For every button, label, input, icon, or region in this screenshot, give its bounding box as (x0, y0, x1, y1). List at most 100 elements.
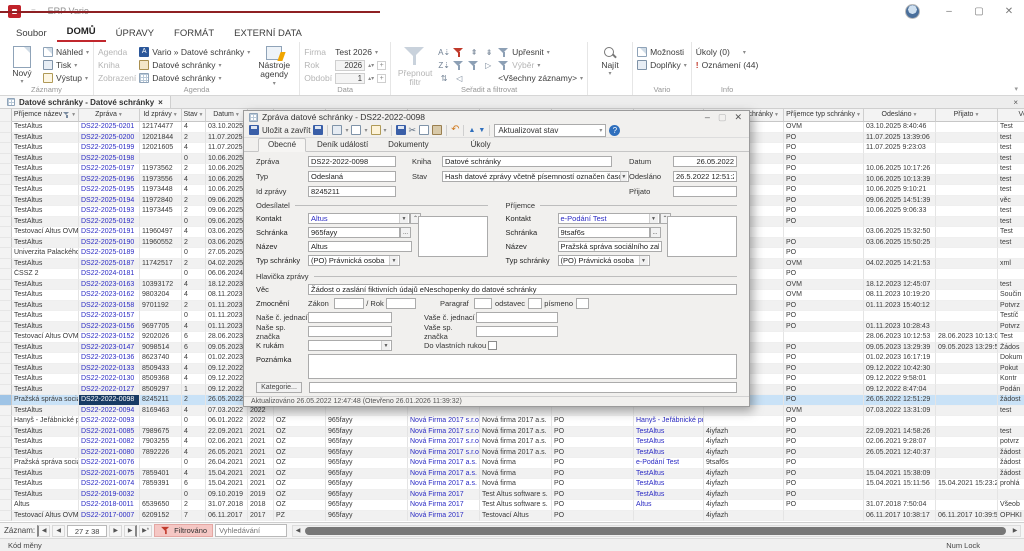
previous-record-button[interactable]: ◀ (52, 525, 65, 537)
table-cell[interactable]: PO (784, 269, 864, 280)
table-cell[interactable]: PO (552, 448, 634, 459)
options-button[interactable]: Možnosti (637, 46, 687, 58)
table-row[interactable]: AltusDS22-2018-00116539650231.07.2018201… (0, 500, 1024, 511)
table-cell[interactable]: Nová firma (480, 479, 552, 490)
table-cell[interactable] (936, 175, 998, 186)
output-button[interactable]: Výstup▾ (43, 72, 89, 84)
attention-selector[interactable]: ▼ (308, 340, 392, 351)
tab-externi-data[interactable]: EXTERNÍ DATA (224, 26, 312, 42)
column-header[interactable]: Stav▼ (182, 109, 206, 122)
paragraph-field[interactable] (474, 298, 492, 309)
tab-dokumenty[interactable]: Dokumenty (379, 139, 437, 151)
table-cell[interactable]: TestAltus (12, 280, 79, 291)
table-cell[interactable]: OZ (274, 427, 326, 438)
table-cell[interactable]: 0 (182, 217, 206, 228)
paste-icon[interactable] (432, 125, 442, 135)
table-cell[interactable]: žádost (998, 448, 1024, 459)
letter-field[interactable] (576, 298, 589, 309)
table-cell[interactable]: 11973445 (140, 206, 182, 217)
table-cell[interactable]: PO (784, 248, 864, 259)
table-cell[interactable]: TestAltus (634, 490, 704, 501)
table-cell[interactable]: DS22-2022-0127 (79, 385, 140, 396)
row-selector[interactable] (0, 248, 12, 259)
table-cell[interactable]: DS22-2025-0193 (79, 206, 140, 217)
table-cell[interactable]: test (998, 164, 1024, 175)
table-cell[interactable]: 11742517 (140, 259, 182, 270)
table-cell[interactable]: 01.11.2023 (206, 301, 248, 312)
table-cell[interactable]: 2 (182, 196, 206, 207)
remove-sort-button[interactable]: ⇞⇟ (468, 46, 495, 58)
table-cell[interactable]: OVM (784, 290, 864, 301)
table-cell[interactable] (936, 458, 998, 469)
table-cell[interactable]: TestAltus (12, 353, 79, 364)
select-all-corner[interactable] (0, 109, 12, 122)
table-cell[interactable]: OZ (274, 448, 326, 459)
table-cell[interactable]: 4iyfazh (704, 437, 784, 448)
table-cell[interactable]: Nová Firma 2017 a.s. (408, 469, 480, 480)
your-ref-field[interactable] (476, 312, 558, 323)
table-cell[interactable] (480, 406, 552, 417)
next-record-button[interactable]: ▶ (109, 525, 122, 537)
row-selector[interactable] (0, 217, 12, 228)
table-cell[interactable]: Nová Firma 2017 a.s. (408, 479, 480, 490)
table-cell[interactable]: 4 (182, 353, 206, 364)
table-cell[interactable]: 01.02.2023 16:17:19 (864, 353, 936, 364)
row-selector[interactable] (0, 322, 12, 333)
table-cell[interactable]: PO (784, 301, 864, 312)
table-cell[interactable]: TestAltus (12, 196, 79, 207)
table-row[interactable]: Pražská správa sociálnDS22-2021-0076026.… (0, 458, 1024, 469)
note-textarea[interactable] (308, 354, 737, 379)
table-cell[interactable]: DS22-2021-0082 (79, 437, 140, 448)
table-cell[interactable]: 07.03.2022 (206, 406, 248, 417)
table-cell[interactable]: 2 (182, 238, 206, 249)
table-cell[interactable] (140, 311, 182, 322)
table-cell[interactable] (936, 490, 998, 501)
table-cell[interactable]: TestAltus (12, 122, 79, 133)
table-cell[interactable]: 8245211 (140, 395, 182, 406)
table-cell[interactable] (936, 259, 998, 270)
table-cell[interactable]: 4 (182, 322, 206, 333)
table-cell[interactable]: PO (552, 479, 634, 490)
table-cell[interactable] (936, 217, 998, 228)
tab-soubor[interactable]: Soubor (6, 26, 57, 42)
table-cell[interactable]: DS22-2021-0076 (79, 458, 140, 469)
table-cell[interactable]: Potvrz (998, 301, 1024, 312)
table-cell[interactable]: Testovací Altus OVM (12, 332, 79, 343)
clause-field[interactable] (528, 298, 542, 309)
dialog-minimize-icon[interactable]: – (705, 112, 710, 123)
table-cell[interactable]: 965fayy (326, 500, 408, 511)
minimize-button[interactable]: – (934, 0, 964, 22)
table-cell[interactable]: PO (784, 490, 864, 501)
table-cell[interactable]: Pražská správa sociáln (12, 458, 79, 469)
table-cell[interactable]: 2019 (248, 490, 274, 501)
table-cell[interactable]: DS22-2023-0162 (79, 290, 140, 301)
row-selector[interactable] (0, 301, 12, 312)
table-cell[interactable]: 0 (182, 490, 206, 501)
table-cell[interactable]: PO (784, 385, 864, 396)
row-selector[interactable] (0, 175, 12, 186)
table-cell[interactable]: Pražská správa sociáln (12, 395, 79, 406)
new-record-button-nav[interactable]: ▶* (139, 525, 152, 537)
table-cell[interactable]: TestAltus (12, 143, 79, 154)
table-cell[interactable] (936, 322, 998, 333)
table-cell[interactable]: Nová Firma 2017 s.r.o. (408, 448, 480, 459)
row-selector[interactable] (0, 395, 12, 406)
table-cell[interactable]: 11973556 (140, 175, 182, 186)
save-as-icon[interactable] (313, 125, 323, 135)
our-file-field[interactable] (308, 326, 392, 337)
table-cell[interactable] (936, 248, 998, 259)
search-input[interactable] (215, 524, 287, 537)
table-cell[interactable]: PO (784, 416, 864, 427)
table-cell[interactable]: 7859401 (140, 469, 182, 480)
table-cell[interactable]: test (998, 427, 1024, 438)
column-header[interactable]: Příjemce typ schránky▼ (784, 109, 864, 122)
table-cell[interactable] (936, 416, 998, 427)
row-selector[interactable] (0, 185, 12, 196)
scroll-left-icon[interactable]: ◀ (293, 527, 303, 534)
table-cell[interactable]: test (998, 154, 1024, 165)
row-selector[interactable] (0, 364, 12, 375)
table-cell[interactable]: PO (784, 479, 864, 490)
table-cell[interactable]: xml (998, 259, 1024, 270)
table-row[interactable]: TestAltusDS22-2021-00857989675422.09.202… (0, 427, 1024, 438)
table-cell[interactable]: TestAltus (12, 206, 79, 217)
